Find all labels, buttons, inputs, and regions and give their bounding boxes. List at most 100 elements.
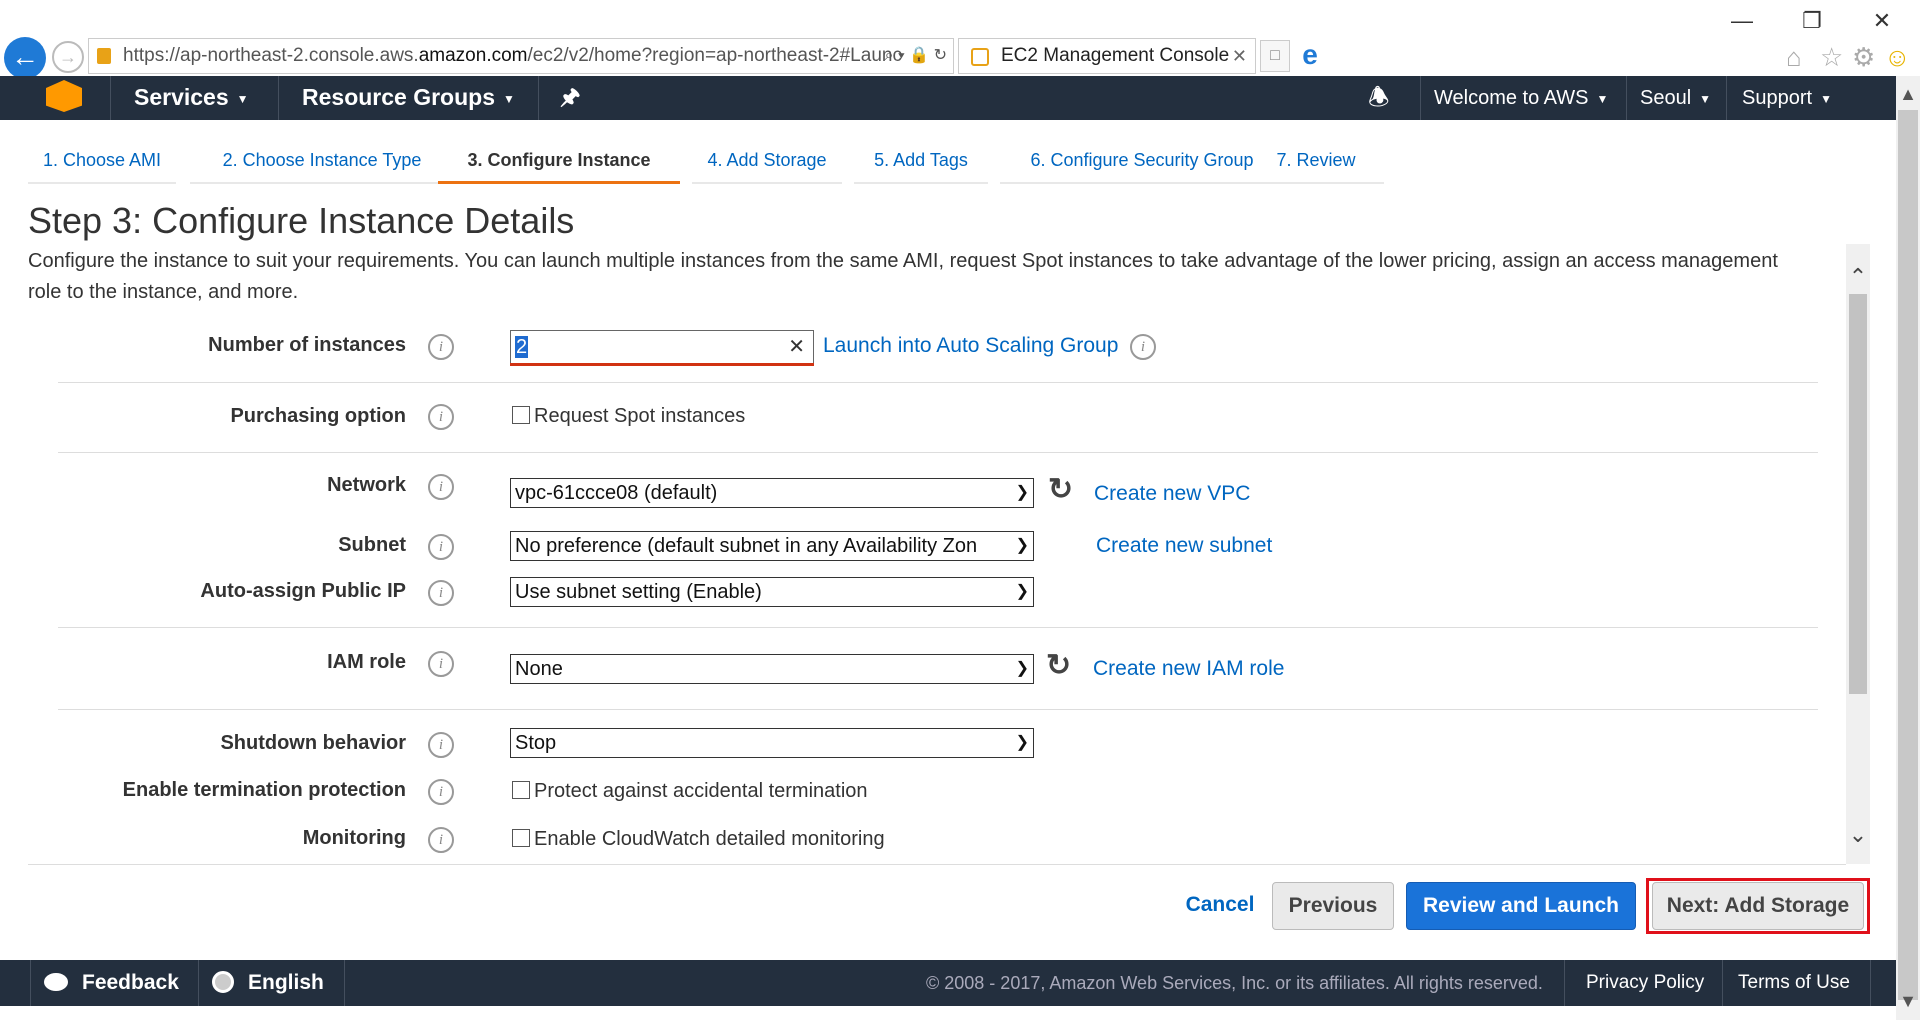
monitoring-checkbox-label: Enable CloudWatch detailed monitoring: [534, 828, 885, 850]
info-icon[interactable]: i: [428, 534, 454, 560]
network-value: vpc-61ccce08 (default): [515, 482, 718, 504]
info-icon[interactable]: i: [428, 404, 454, 430]
terms-of-use-link[interactable]: Terms of Use: [1738, 960, 1850, 1006]
scrollbar-thumb[interactable]: [1898, 110, 1918, 1000]
refresh-icon[interactable]: ↻: [1046, 648, 1071, 683]
tab-title: EC2 Management Console: [1001, 45, 1230, 66]
termination-protection-checkbox[interactable]: Protect against accidental termination: [512, 780, 868, 803]
create-iam-role-link[interactable]: Create new IAM role: [1093, 657, 1284, 681]
back-icon[interactable]: ←: [4, 37, 46, 79]
tab-choose-ami[interactable]: 1. Choose AMI: [28, 142, 176, 184]
info-icon[interactable]: i: [428, 732, 454, 758]
num-instances-value: 2: [515, 336, 529, 358]
support-label: Support: [1742, 87, 1813, 109]
info-icon[interactable]: i: [428, 827, 454, 853]
info-icon[interactable]: i: [1130, 334, 1156, 360]
browser-tab[interactable]: EC2 Management Console ✕: [958, 38, 1256, 74]
network-select[interactable]: vpc-61ccce08 (default) ❯: [510, 478, 1034, 508]
resource-groups-menu[interactable]: Resource Groups ▼: [302, 76, 515, 120]
restore-icon[interactable]: ❐: [1792, 8, 1832, 34]
shutdown-behavior-label: Shutdown behavior: [220, 732, 406, 754]
footer-divider: [344, 960, 345, 1006]
forward-icon[interactable]: →: [52, 41, 84, 73]
create-subnet-link[interactable]: Create new subnet: [1096, 534, 1272, 558]
chevron-down-icon: ▼: [503, 91, 515, 106]
info-icon[interactable]: i: [428, 651, 454, 677]
aws-cube-logo-icon[interactable]: [46, 80, 82, 112]
subnet-select[interactable]: No preference (default subnet in any Ava…: [510, 531, 1034, 561]
minimize-icon[interactable]: —: [1722, 8, 1762, 34]
iam-role-label: IAM role: [327, 651, 406, 673]
page-scrollbar[interactable]: ▲ ▼: [1896, 76, 1920, 1020]
bell-icon[interactable]: 🕭: [1368, 76, 1389, 120]
new-tab-icon[interactable]: □: [1260, 40, 1290, 72]
tab-configure-security-group[interactable]: 6. Configure Security Group: [1000, 142, 1284, 184]
nav-divider: [1726, 76, 1727, 120]
nav-divider: [278, 76, 279, 120]
privacy-policy-link[interactable]: Privacy Policy: [1586, 960, 1704, 1006]
favorites-icon[interactable]: ☆: [1820, 42, 1843, 73]
pin-icon[interactable]: 🖈: [560, 76, 580, 120]
shutdown-behavior-select[interactable]: Stop ❯: [510, 728, 1034, 758]
tab-review[interactable]: 7. Review: [1248, 142, 1384, 184]
language-label: English: [248, 971, 324, 994]
ie-logo-icon: e: [1302, 39, 1318, 70]
checkbox-box[interactable]: [512, 406, 530, 424]
num-instances-label: Number of instances: [208, 334, 406, 356]
info-icon[interactable]: i: [428, 779, 454, 805]
feedback-button[interactable]: Feedback: [44, 960, 179, 1006]
info-icon[interactable]: i: [428, 334, 454, 360]
url-suffix: /ec2/v2/home?region=ap-northeast-2#Launc: [527, 45, 902, 66]
chevron-down-icon: ▼: [1820, 91, 1832, 106]
public-ip-select[interactable]: Use subnet setting (Enable) ❯: [510, 577, 1034, 607]
account-menu[interactable]: Welcome to AWS ▼: [1434, 76, 1608, 120]
cancel-button[interactable]: Cancel: [1170, 882, 1270, 930]
previous-button[interactable]: Previous: [1272, 882, 1394, 930]
create-vpc-link[interactable]: Create new VPC: [1094, 482, 1250, 506]
chevron-down-icon[interactable]: ⌄: [1846, 822, 1870, 848]
globe-icon: [212, 971, 234, 993]
services-menu[interactable]: Services ▼: [134, 76, 249, 120]
cloudwatch-monitoring-checkbox[interactable]: Enable CloudWatch detailed monitoring: [512, 828, 885, 851]
tab-choose-instance-type[interactable]: 2. Choose Instance Type: [190, 142, 454, 184]
tab-favicon-icon: [971, 48, 989, 66]
language-button[interactable]: English: [212, 960, 324, 1006]
address-bar[interactable]: https://ap-northeast-2.console.aws.amazo…: [88, 38, 954, 74]
region-menu[interactable]: Seoul ▼: [1640, 76, 1711, 120]
refresh-icon[interactable]: ↻: [1048, 472, 1073, 507]
page-description: Configure the instance to suit your requ…: [28, 250, 1778, 303]
home-icon[interactable]: ⌂: [1786, 42, 1802, 73]
chevron-down-icon: ▼: [236, 91, 249, 106]
info-icon[interactable]: i: [428, 580, 454, 606]
support-menu[interactable]: Support ▼: [1742, 76, 1832, 120]
review-and-launch-button[interactable]: Review and Launch: [1406, 882, 1636, 930]
checkbox-box[interactable]: [512, 829, 530, 847]
scroll-down-icon[interactable]: ▼: [1896, 991, 1920, 1012]
checkbox-box[interactable]: [512, 781, 530, 799]
clear-icon[interactable]: ✕: [788, 331, 805, 363]
tab-add-tags[interactable]: 5. Add Tags: [854, 142, 988, 184]
network-label: Network: [327, 474, 406, 496]
close-window-icon[interactable]: ✕: [1862, 8, 1902, 34]
form-scrollbar[interactable]: ⌃ ⌄: [1846, 244, 1870, 864]
chevron-up-icon[interactable]: ⌃: [1846, 264, 1870, 290]
smiley-icon[interactable]: ☺: [1884, 42, 1911, 73]
subnet-value: No preference (default subnet in any Ava…: [515, 535, 978, 557]
scroll-up-icon[interactable]: ▲: [1896, 84, 1920, 105]
info-icon[interactable]: i: [428, 474, 454, 500]
auto-scaling-link[interactable]: Launch into Auto Scaling Group: [823, 334, 1118, 358]
termination-checkbox-label: Protect against accidental termination: [534, 780, 868, 802]
settings-gear-icon[interactable]: ⚙: [1852, 42, 1875, 73]
close-tab-icon[interactable]: ✕: [1232, 39, 1247, 73]
subnet-label: Subnet: [338, 534, 406, 556]
chevron-down-icon: ❯: [1011, 578, 1029, 606]
tab-configure-instance[interactable]: 3. Configure Instance: [438, 142, 680, 184]
next-add-storage-button[interactable]: Next: Add Storage: [1652, 882, 1864, 930]
public-ip-value: Use subnet setting (Enable): [515, 581, 762, 603]
spot-instances-checkbox[interactable]: Request Spot instances: [512, 405, 745, 428]
address-tools-icon[interactable]: ⌕ ▾ 🔒 ↻: [885, 39, 947, 73]
iam-role-select[interactable]: None ❯: [510, 654, 1034, 684]
num-instances-input[interactable]: 2 ✕: [510, 330, 814, 364]
tab-add-storage[interactable]: 4. Add Storage: [692, 142, 842, 184]
scrollbar-thumb[interactable]: [1849, 294, 1867, 694]
